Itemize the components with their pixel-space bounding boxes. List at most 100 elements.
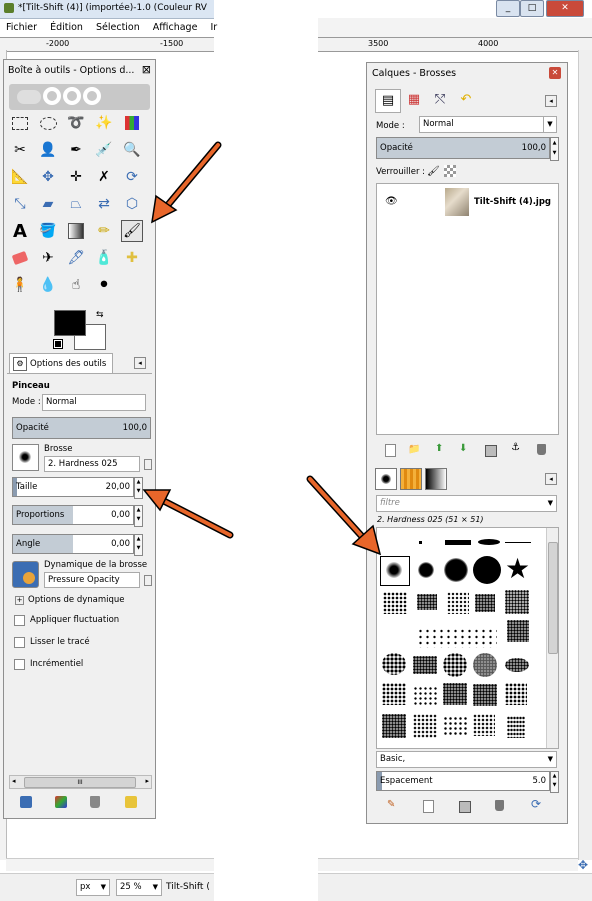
smooth-stroke-checkbox[interactable] xyxy=(14,637,25,648)
delete-layer-icon[interactable] xyxy=(537,444,546,455)
menu-item-edition[interactable]: Édition xyxy=(50,22,83,33)
brush-filter-input[interactable]: filtre ▼ xyxy=(376,495,557,512)
scroll-thumb[interactable]: III xyxy=(24,777,136,788)
menu-item-selection[interactable]: Sélection xyxy=(96,22,140,33)
save-options-icon[interactable] xyxy=(20,796,32,808)
brush-grid[interactable]: ★ xyxy=(376,527,559,749)
airbrush-tool-icon[interactable]: ✈ xyxy=(37,247,59,269)
flip-tool-icon[interactable]: ⇄ xyxy=(93,193,115,215)
crop-tool-icon[interactable]: ✗ xyxy=(93,166,115,188)
options-hscroll[interactable]: ◂ III ▸ xyxy=(9,775,152,789)
image-window-titlebar[interactable]: *[Tilt-Shift (4)] (importée)-1.0 (Couleu… xyxy=(0,0,214,19)
menu-item-fichier[interactable]: Fichier xyxy=(6,22,37,33)
menu-item-affichage[interactable]: Affichage xyxy=(153,22,198,33)
pencil-tool-icon[interactable]: ✏ xyxy=(93,220,115,242)
size-slider[interactable]: Taille 20,00 xyxy=(12,477,134,497)
unit-select[interactable]: px ▼ xyxy=(76,879,110,896)
measure-tool-icon[interactable]: 📐 xyxy=(9,166,31,188)
tab-undo[interactable]: ↶ xyxy=(454,89,478,111)
layer-row[interactable]: 👁 Tilt-Shift (4).jpg xyxy=(377,184,558,220)
dock-menu-icon[interactable]: ◂ xyxy=(545,95,557,107)
layers-opacity-slider[interactable]: Opacité 100,0 xyxy=(376,137,550,159)
canvas-hscroll[interactable] xyxy=(6,858,214,871)
bucket-fill-tool-icon[interactable]: 🪣 xyxy=(37,220,59,242)
rect-select-tool-icon[interactable] xyxy=(9,112,31,134)
lock-alpha-icon[interactable] xyxy=(444,165,456,177)
shear-tool-icon[interactable]: ▰ xyxy=(37,193,59,215)
brushes-menu-icon[interactable]: ◂ xyxy=(545,473,557,485)
brush-preview[interactable] xyxy=(12,444,39,471)
brush-set-select[interactable]: Basic, ▼ xyxy=(376,751,557,768)
dodge-burn-tool-icon[interactable]: ⚫ xyxy=(93,274,115,296)
duplicate-layer-icon[interactable] xyxy=(485,445,497,457)
tab-patterns[interactable] xyxy=(400,468,422,490)
fuzzy-select-tool-icon[interactable]: ✨ xyxy=(93,112,115,134)
new-layer-icon[interactable] xyxy=(385,444,396,457)
rotate-tool-icon[interactable]: ⟳ xyxy=(121,166,143,188)
heal-tool-icon[interactable]: ✚ xyxy=(121,247,143,269)
zoom-tool-icon[interactable]: 🔍 xyxy=(121,139,143,161)
tab-layers[interactable]: ▤ xyxy=(375,89,401,113)
right-hscroll[interactable] xyxy=(318,858,578,871)
foreground-color-swatch-front[interactable] xyxy=(54,310,86,336)
tab-menu-icon[interactable]: ◂ xyxy=(134,357,146,369)
close-icon[interactable]: ⊠ xyxy=(142,63,151,76)
right-vscroll[interactable] xyxy=(578,50,592,860)
align-tool-icon[interactable]: ✛ xyxy=(65,166,87,188)
brush-name-field[interactable]: 2. Hardness 025 xyxy=(44,456,140,472)
dynamics-edit-icon[interactable] xyxy=(144,575,152,586)
layers-titlebar[interactable]: Calques - Brosses ✕ xyxy=(367,63,567,83)
default-colors-icon[interactable] xyxy=(53,339,63,349)
blend-tool-icon[interactable] xyxy=(65,220,87,242)
opacity-spinner[interactable]: ▲ ▼ xyxy=(550,137,559,161)
scissors-tool-icon[interactable]: ✂ xyxy=(9,139,31,161)
perspective-clone-tool-icon[interactable]: 🧍 xyxy=(9,274,31,296)
foreground-select-tool-icon[interactable]: 👤 xyxy=(37,139,59,161)
edit-brush-icon[interactable]: ✎ xyxy=(387,799,395,810)
navigate-icon[interactable]: ✥ xyxy=(578,858,588,872)
swap-colors-icon[interactable]: ⇆ xyxy=(96,310,104,320)
menu-item-more[interactable]: Ir xyxy=(210,22,217,33)
maximize-button[interactable]: □ xyxy=(520,0,544,17)
new-brush-icon[interactable] xyxy=(423,800,434,813)
dynamics-options-expander[interactable]: Options de dynamique xyxy=(28,595,125,605)
window-close-button[interactable]: ✕ xyxy=(546,0,584,17)
perspective-tool-icon[interactable]: ⏢ xyxy=(65,193,87,215)
tab-tool-options[interactable]: ⚙ Options des outils xyxy=(9,353,113,374)
expand-icon[interactable]: + xyxy=(15,596,24,605)
clone-tool-icon[interactable]: 🧴 xyxy=(93,247,115,269)
delete-options-icon[interactable] xyxy=(90,796,100,808)
layers-mode-select[interactable]: Normal ▼ xyxy=(419,116,557,133)
spacing-spinner[interactable]: ▲ ▼ xyxy=(550,771,559,793)
layer-name[interactable]: Tilt-Shift (4).jpg xyxy=(474,197,551,207)
color-select-tool-icon[interactable] xyxy=(121,112,143,134)
reset-options-icon[interactable] xyxy=(125,796,137,808)
delete-brush-icon[interactable] xyxy=(495,800,504,811)
restore-options-icon[interactable] xyxy=(55,796,67,808)
opacity-slider[interactable]: Opacité 100,0 xyxy=(12,417,151,439)
raise-layer-icon[interactable]: ⬆ xyxy=(435,443,443,454)
close-icon[interactable]: ✕ xyxy=(549,67,561,79)
ink-tool-icon[interactable]: 🖋 xyxy=(65,247,87,269)
eraser-tool-icon[interactable] xyxy=(9,247,31,269)
scale-tool-icon[interactable]: ⤡ xyxy=(9,193,31,215)
tab-channels[interactable]: ▦ xyxy=(402,89,426,111)
color-picker-tool-icon[interactable]: 💉 xyxy=(93,139,115,161)
toolbox-titlebar[interactable]: Boîte à outils - Options d... ⊠ xyxy=(4,60,155,80)
eye-icon[interactable]: 👁 xyxy=(385,196,398,207)
brush-grid-scrollbar[interactable] xyxy=(546,528,558,748)
tab-gradients[interactable] xyxy=(425,468,447,490)
free-select-tool-icon[interactable]: ➰ xyxy=(65,112,87,134)
anchor-layer-icon[interactable]: ⚓ xyxy=(511,442,520,453)
angle-slider[interactable]: Angle 0,00 xyxy=(12,534,134,554)
dynamics-preview[interactable] xyxy=(12,561,39,588)
cage-tool-icon[interactable]: ⬡ xyxy=(121,193,143,215)
refresh-brushes-icon[interactable]: ⟳ xyxy=(531,797,541,811)
incremental-checkbox[interactable] xyxy=(14,659,25,670)
new-layer-group-icon[interactable]: 📁 xyxy=(408,444,420,455)
dynamics-name-field[interactable]: Pressure Opacity xyxy=(44,572,140,588)
paths-tool-icon[interactable]: ✒ xyxy=(65,139,87,161)
apply-jitter-checkbox[interactable] xyxy=(14,615,25,626)
mode-select[interactable]: Normal xyxy=(42,394,146,411)
minimize-button[interactable]: _ xyxy=(496,0,520,17)
